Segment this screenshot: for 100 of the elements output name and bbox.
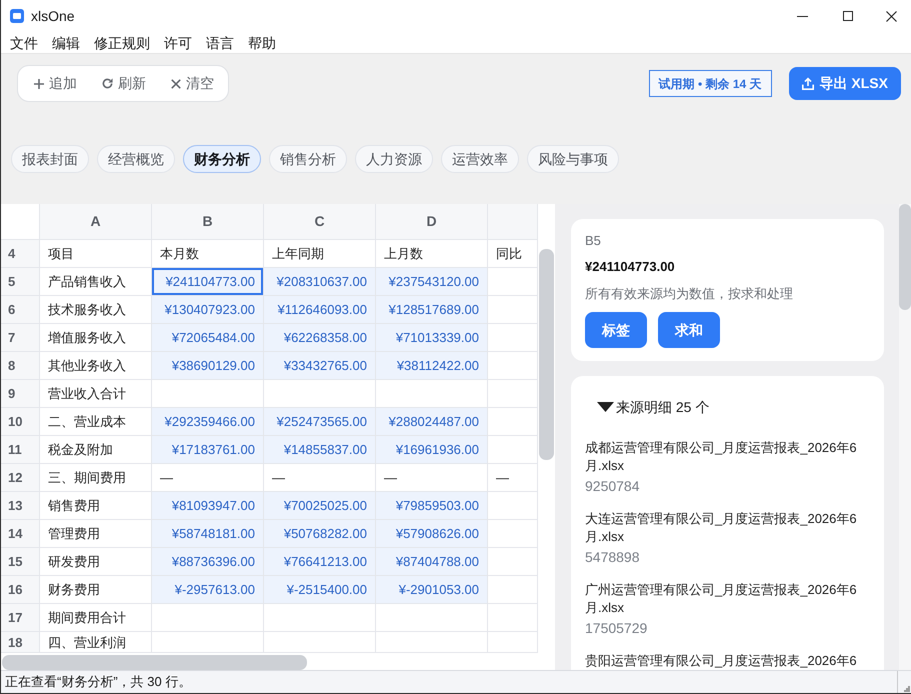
table-cell: 本月数	[152, 240, 264, 268]
table-cell: ¥208310637.00	[264, 268, 376, 296]
table-cell: ¥38112422.00	[376, 352, 488, 380]
table-cell: ¥112646093.00	[264, 296, 376, 324]
menu-item[interactable]: 语言	[199, 32, 241, 52]
row-header: 5	[1, 268, 40, 296]
column-header: C	[264, 204, 376, 240]
table-cell: ¥130407923.00	[152, 296, 264, 324]
action-button[interactable]: 求和	[658, 312, 720, 348]
table-cell: ¥-2901053.00	[376, 576, 488, 604]
table-cell: ¥-2957613.00	[152, 576, 264, 604]
action-button[interactable]: 标签	[585, 312, 647, 348]
table-cell: ¥38690129.00	[152, 352, 264, 380]
table-cell: 二、营业成本	[40, 408, 152, 436]
sheet-tab[interactable]: 人力资源	[355, 145, 433, 173]
scrollbar-thumb[interactable]	[899, 204, 911, 310]
table-cell: 财务费用	[40, 576, 152, 604]
refresh-button[interactable]: 刷新	[102, 73, 146, 94]
table-cell: ¥16961936.00	[376, 436, 488, 464]
row-header: 8	[1, 352, 40, 380]
table-cell: 产品销售收入	[40, 268, 152, 296]
table-cell: 研发费用	[40, 548, 152, 576]
source-file-name: 成都运营管理有限公司_月度运营报表_2026年6月.xlsx	[585, 439, 858, 475]
column-header: A	[40, 204, 152, 240]
table-cell: ¥241104773.00	[152, 268, 264, 296]
table-cell: ¥292359466.00	[152, 408, 264, 436]
clear-button[interactable]: 清空	[171, 73, 214, 94]
trial-badge: 试用期 • 剩余 14 天	[648, 70, 772, 97]
row-header: 7	[1, 324, 40, 352]
sheet-tab[interactable]: 报表封面	[11, 145, 89, 173]
cell-value: ¥241104773.00	[585, 259, 676, 275]
row-header: 14	[1, 520, 40, 548]
table-cell: 管理费用	[40, 520, 152, 548]
source-file-name: 广州运营管理有限公司_月度运营报表_2026年6月.xlsx	[585, 581, 858, 617]
row-header: 13	[1, 492, 40, 520]
table-cell: 税金及附加	[40, 436, 152, 464]
window-title: xlsOne	[31, 6, 75, 26]
table-cell: 期间费用合计	[40, 604, 152, 632]
row-header: 17	[1, 604, 40, 632]
table-cell: ¥237543120.00	[376, 268, 488, 296]
export-button[interactable]: 导出 XLSX	[788, 67, 901, 100]
table-cell: ¥87404788.00	[376, 548, 488, 576]
maximize-icon	[843, 11, 853, 21]
table-cell: —	[376, 464, 488, 492]
row-header: 11	[1, 436, 40, 464]
source-details-toggle[interactable]: 来源明细 25 个	[597, 396, 710, 418]
cross-icon	[171, 78, 181, 88]
table-cell: 技术服务收入	[40, 296, 152, 324]
table-cell: —	[152, 464, 264, 492]
cell-note: 所有有效来源均为数值，按求和处理	[585, 286, 794, 302]
source-file-name: 大连运营管理有限公司_月度运营报表_2026年6月.xlsx	[585, 510, 858, 546]
table-cell: ¥17183761.00	[152, 436, 264, 464]
row-header: 6	[1, 296, 40, 324]
sheet-tab[interactable]: 经营概览	[97, 145, 175, 173]
table-cell: ¥76641213.00	[264, 548, 376, 576]
row-header: 4	[1, 240, 40, 268]
source-value: 17505729	[585, 619, 648, 638]
cell-address: B5	[585, 233, 602, 249]
row-header: 12	[1, 464, 40, 492]
table-cell: ¥88736396.00	[152, 548, 264, 576]
source-file-name: 贵阳运营管理有限公司_月度运营报表_2026年6	[585, 652, 858, 670]
refresh-icon	[102, 78, 113, 89]
row-header: 16	[1, 576, 40, 604]
table-cell: 同比	[488, 240, 538, 268]
sheet-tab[interactable]: 风险与事项	[527, 145, 619, 173]
resize-grip-icon[interactable]	[904, 686, 910, 692]
table-cell: ¥288024487.00	[376, 408, 488, 436]
sheet-tab[interactable]: 运营效率	[441, 145, 519, 173]
table-cell: 上月数	[376, 240, 488, 268]
menu-item[interactable]: 编辑	[45, 32, 87, 52]
table-cell: 增值服务收入	[40, 324, 152, 352]
table-cell: 三、期间费用	[40, 464, 152, 492]
table-cell: ¥71013339.00	[376, 324, 488, 352]
table-cell: 销售费用	[40, 492, 152, 520]
row-header: 15	[1, 548, 40, 576]
menu-item[interactable]: 文件	[3, 32, 45, 52]
row-header: 10	[1, 408, 40, 436]
table-cell: ¥72065484.00	[152, 324, 264, 352]
table-cell: ¥79859503.00	[376, 492, 488, 520]
table-cell: ¥252473565.00	[264, 408, 376, 436]
table-cell: 上年同期	[264, 240, 376, 268]
row-header: 18	[1, 632, 40, 653]
menu-item[interactable]: 帮助	[241, 32, 283, 52]
scrollbar-thumb[interactable]	[2, 655, 307, 670]
table-cell: 营业收入合计	[40, 380, 152, 408]
column-header: B	[152, 204, 264, 240]
menu-item[interactable]: 修正规则	[87, 32, 157, 52]
upload-icon	[802, 77, 814, 90]
table-cell: ¥-2515400.00	[264, 576, 376, 604]
scrollbar-thumb[interactable]	[539, 249, 554, 460]
table-cell: ¥81093947.00	[152, 492, 264, 520]
sheet-tab[interactable]: 财务分析	[183, 145, 261, 173]
source-value: 9250784	[585, 477, 641, 496]
table-cell: ¥14855837.00	[264, 436, 376, 464]
table-cell: ¥33432765.00	[264, 352, 376, 380]
sheet-tab[interactable]: 销售分析	[269, 145, 347, 173]
menu-item[interactable]: 许可	[157, 32, 199, 52]
add-button[interactable]: 追加	[34, 73, 77, 94]
column-header: D	[376, 204, 488, 240]
table-cell: ¥58748181.00	[152, 520, 264, 548]
